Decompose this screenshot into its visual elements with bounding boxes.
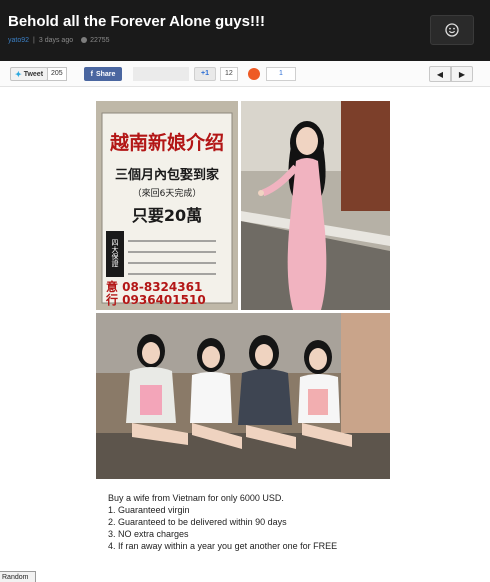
post-caption: Buy a wife from Vietnam for only 6000 US…: [108, 492, 337, 552]
tweet-count: 205: [47, 67, 67, 81]
views-icon: [81, 37, 88, 43]
sign-phone-2: 行 0936401510: [105, 292, 206, 307]
ad-sign-photo: 越南新娘介绍 三個月內包娶到家 （來回6天完成） 只要20萬 四大保證 意 08…: [96, 101, 238, 310]
arrow-left-icon: ◀: [436, 69, 444, 79]
post-image: 越南新娘介绍 三個月內包娶到家 （來回6天完成） 只要20萬 四大保證 意 08…: [96, 101, 390, 479]
caption-line: 1. Guaranteed virgin: [108, 505, 190, 515]
smiley-button[interactable]: [430, 15, 474, 45]
facebook-like-box[interactable]: [133, 67, 189, 81]
sign-line-4: 只要20萬: [132, 206, 202, 225]
bride-photo: [241, 101, 390, 310]
share-bar: ✦ Tweet 205 f Share +1 12 1 ◀ ▶: [0, 61, 490, 87]
sign-line-2: 三個月內包娶到家: [115, 167, 220, 183]
caption-line: Buy a wife from Vietnam for only 6000 US…: [108, 493, 284, 503]
smiley-icon: [445, 23, 459, 37]
meta-separator: |: [33, 37, 35, 44]
facebook-share-button[interactable]: f Share: [84, 67, 122, 81]
stumbleupon-count: 1: [266, 67, 296, 81]
post-title: Behold all the Forever Alone guys!!!: [8, 13, 265, 30]
post-meta: yato92 | 3 days ago 22755: [8, 37, 110, 44]
view-count: 22755: [90, 37, 110, 44]
author-link[interactable]: yato92: [8, 37, 29, 44]
group-photo: [96, 313, 390, 479]
next-post-button[interactable]: ▶: [451, 66, 473, 82]
tweet-label: Tweet: [23, 70, 44, 78]
previous-post-button[interactable]: ◀: [429, 66, 451, 82]
google-plusone-button[interactable]: +1: [194, 67, 216, 81]
sign-line-1: 越南新娘介绍: [109, 131, 224, 154]
facebook-share-label: Share: [95, 70, 116, 78]
stumbleupon-icon[interactable]: [248, 68, 260, 80]
caption-line: 4. If ran away within a year you get ano…: [108, 541, 338, 551]
caption-line: 3. NO extra charges: [108, 529, 189, 539]
post-time: 3 days ago: [38, 37, 74, 44]
sign-line-3: （來回6天完成）: [133, 187, 202, 199]
caption-line: 2. Guaranteed to be delivered within 90 …: [108, 517, 287, 527]
twitter-bird-icon: ✦: [15, 69, 22, 79]
arrow-right-icon: ▶: [458, 69, 466, 79]
plusone-count: 12: [220, 67, 238, 81]
sign-guarantee: 四大保證: [111, 239, 119, 268]
tweet-button[interactable]: ✦ Tweet: [10, 67, 49, 81]
post-header: Behold all the Forever Alone guys!!! yat…: [0, 0, 490, 61]
facebook-icon: f: [90, 70, 93, 78]
random-button[interactable]: Random: [0, 571, 36, 582]
sign-phone-1: 意 08-8324361: [106, 279, 202, 294]
